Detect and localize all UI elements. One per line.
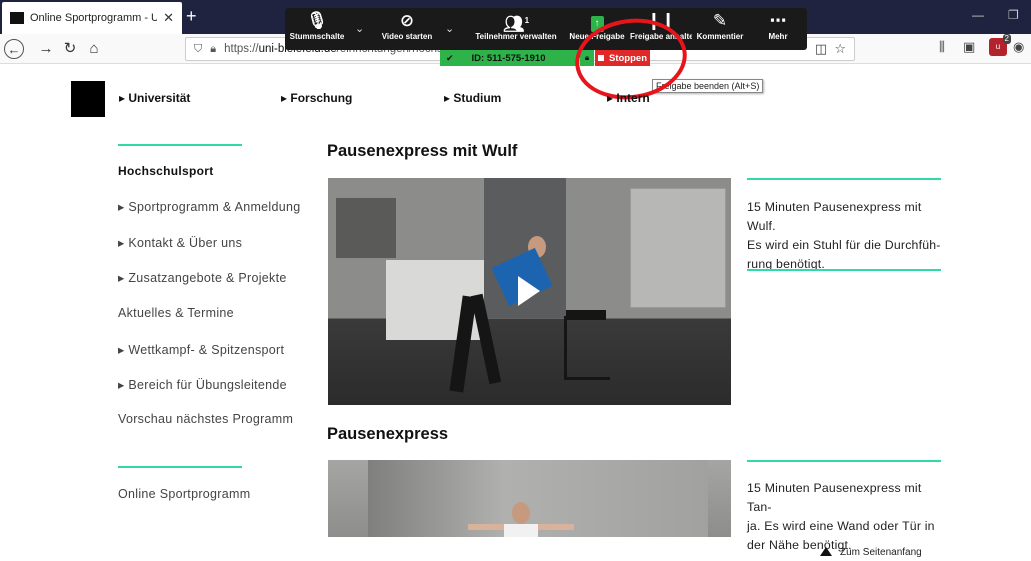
sidebar-item[interactable]: ▸ Bereich für Übungsleitende	[118, 377, 287, 392]
nav-forschung[interactable]: ▸ Forschung	[281, 91, 352, 105]
video-description: 15 Minuten Pausenexpress mit Wulf. Es wi…	[747, 200, 941, 271]
desc-divider	[747, 460, 941, 462]
desc-divider	[747, 178, 941, 180]
pause-share-button[interactable]: ❙❙ Freigabe anhalten	[630, 8, 692, 50]
manage-participants-button[interactable]: 👥︎1 Teilnehmer verwalten	[461, 8, 571, 50]
lock-icon[interactable]: 🔒︎	[210, 43, 216, 56]
pause-icon: ❙❙	[646, 11, 676, 30]
extension-icon[interactable]: ◉	[1013, 39, 1024, 55]
person	[512, 502, 530, 524]
sidebar-item[interactable]: ▸ Wettkampf- & Spitzensport	[118, 342, 284, 357]
reload-button[interactable]: ↻	[60, 39, 80, 59]
sidebar-divider	[118, 144, 242, 146]
sidebar-icon[interactable]: ▣	[963, 39, 975, 55]
home-button[interactable]: ⌂	[84, 39, 104, 59]
forward-button[interactable]: →	[36, 39, 56, 59]
chevron-down-icon[interactable]: ⌄	[355, 22, 364, 35]
nav-studium[interactable]: ▸ Studium	[444, 91, 501, 105]
annotate-icon: ✎	[712, 11, 728, 30]
shield-check-icon: ✔	[446, 52, 454, 63]
share-icon: ↑	[590, 16, 604, 32]
tab-title: Online Sportprogramm - Unive	[30, 12, 158, 24]
more-button[interactable]: ⋯ Mehr	[755, 8, 801, 50]
library-icon[interactable]: ⫼	[939, 39, 945, 55]
sidebar-heading[interactable]: Hochschulsport	[118, 164, 214, 178]
sidebar-item[interactable]: ▸ Kontakt & Über uns	[118, 235, 242, 250]
video-off-icon: ⊘	[399, 11, 415, 30]
back-to-top-link[interactable]: Zum Seitenanfang	[820, 547, 922, 558]
sidebar-item[interactable]: ▸ Sportprogramm & Anmeldung	[118, 199, 301, 214]
lock-icon: 🔒︎	[580, 50, 594, 66]
new-tab-button[interactable]: +	[186, 6, 197, 27]
chair	[564, 316, 610, 380]
nav-intern[interactable]: ▸ Intern	[607, 91, 650, 105]
university-logo[interactable]	[71, 81, 105, 117]
back-button[interactable]: ←	[4, 39, 24, 59]
nav-universitaet[interactable]: ▸ Universität	[119, 91, 190, 105]
minimize-icon[interactable]: —	[972, 8, 984, 22]
site-favicon	[10, 12, 24, 24]
sidebar-divider	[118, 466, 242, 468]
person	[504, 524, 538, 537]
annotate-button[interactable]: ✎ Kommentier	[690, 8, 750, 50]
sidebar-item[interactable]: Vorschau nächstes Programm	[118, 412, 293, 426]
desc-divider	[747, 269, 941, 271]
close-tab-icon[interactable]: ✕	[163, 10, 174, 26]
pocket-icon[interactable]: ◫	[815, 41, 827, 56]
stop-icon	[598, 55, 604, 61]
sidebar-item[interactable]: Aktuelles & Termine	[118, 306, 234, 320]
microphone-icon: 🎙︎	[306, 11, 328, 30]
arrow-up-icon	[820, 547, 832, 556]
meeting-info-bar: ✔ ID: 511-575-1910 🔒︎ Stoppen	[440, 50, 650, 66]
participants-icon: 👥︎1	[502, 14, 530, 34]
meeting-id[interactable]: ✔ ID: 511-575-1910	[440, 50, 578, 66]
play-icon[interactable]	[518, 276, 540, 306]
video-title: Pausenexpress mit Wulf	[327, 142, 518, 160]
start-video-button[interactable]: ⊘ Video starten	[367, 8, 447, 50]
chevron-down-icon[interactable]: ⌄	[445, 22, 454, 35]
mute-button[interactable]: 🎙︎ Stummschalte	[285, 8, 349, 50]
more-icon: ⋯	[769, 11, 787, 30]
video-title: Pausenexpress	[327, 425, 449, 443]
video-description: 15 Minuten Pausenexpress mit Tan- ja. Es…	[747, 481, 935, 552]
chair	[566, 310, 606, 320]
zoom-toolbar: 🎙︎ Stummschalte ⌄ ⊘ Video starten ⌄ 👥︎1 …	[285, 8, 807, 50]
shelf	[336, 198, 396, 258]
whiteboard	[630, 188, 726, 308]
new-share-button[interactable]: ↑ Neue Freigabe	[565, 8, 629, 50]
ublock-icon[interactable]: u2	[989, 34, 1011, 56]
bookmark-star-icon[interactable]: ☆	[834, 41, 846, 56]
shield-icon[interactable]: ⛉	[194, 43, 202, 56]
video-player[interactable]	[328, 460, 731, 537]
stop-share-button[interactable]: Stoppen	[595, 50, 650, 66]
browser-tab[interactable]: Online Sportprogramm - Unive ✕	[2, 2, 182, 34]
stop-share-tooltip: Freigabe beenden (Alt+S)	[652, 79, 764, 93]
sidebar-item[interactable]: ▸ Zusatzangebote & Projekte	[118, 270, 287, 285]
sidebar-item-online-sportprogramm[interactable]: Online Sportprogramm	[118, 487, 250, 501]
url-prefix: https://	[224, 43, 259, 55]
restore-icon[interactable]: ❐	[1008, 8, 1019, 22]
